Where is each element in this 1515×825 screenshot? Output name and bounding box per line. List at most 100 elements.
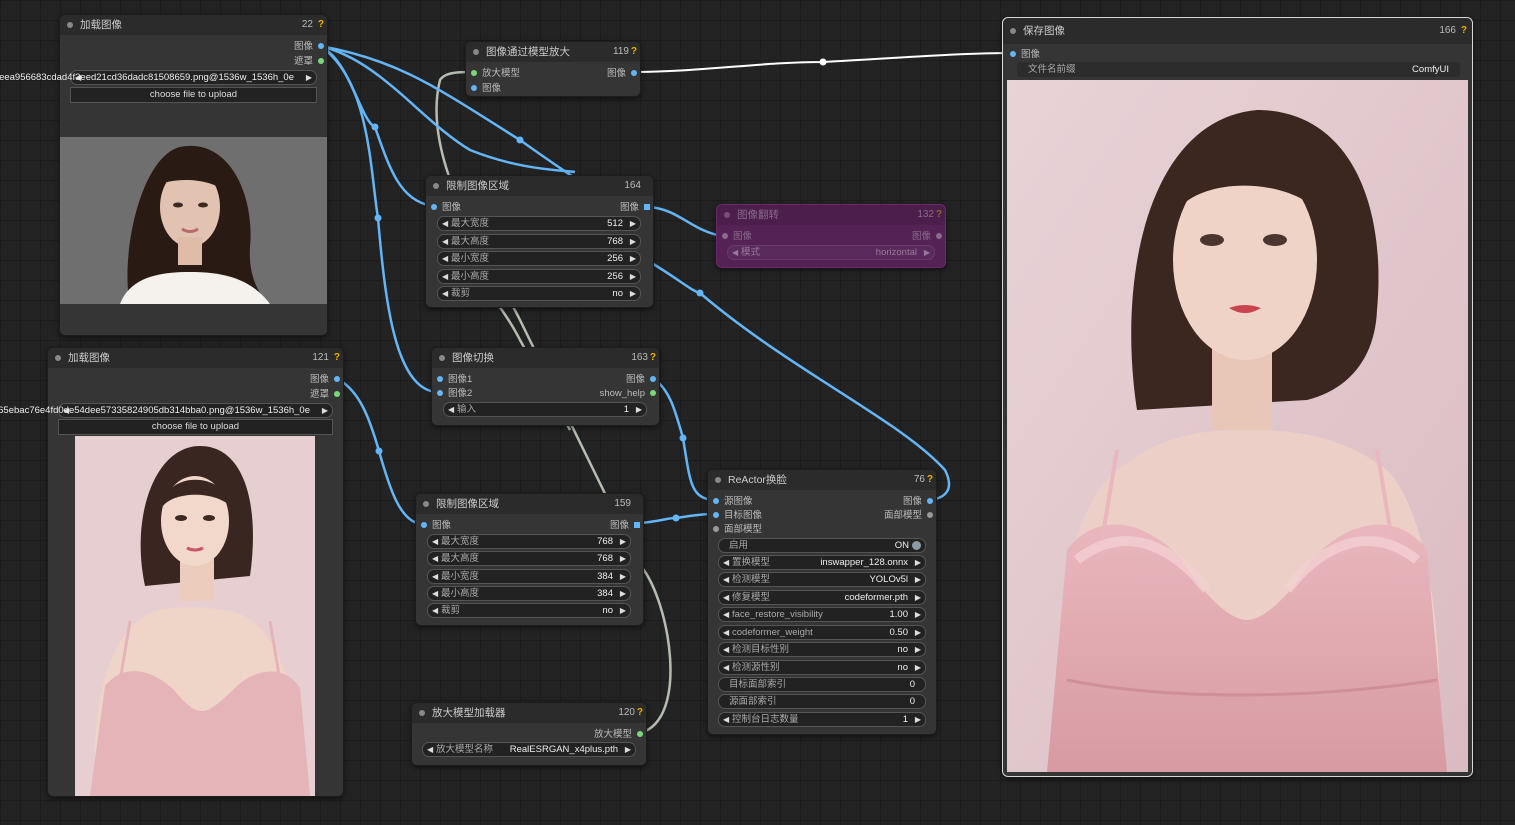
detect-source-gender-widget[interactable]: ◀ 检测源性别 no ▶ — [718, 660, 926, 675]
arrow-right-icon[interactable]: ▶ — [915, 661, 921, 674]
image-switch-node-163[interactable]: 图像切换 163 ? 图像1 图像2 图像 show_help ◀ 输入 1 ▶ — [431, 347, 660, 426]
image-file-select[interactable]: ◀ omfy/d65ebac76e4fd0de54dee57335824905d… — [0, 403, 333, 418]
collapse-dot-icon[interactable] — [439, 355, 445, 361]
output-port[interactable] — [650, 376, 656, 382]
help-icon[interactable]: ? — [334, 348, 340, 368]
output-port[interactable] — [637, 731, 643, 737]
source-face-index-field[interactable]: 源面部索引 0 — [718, 694, 926, 709]
help-icon[interactable]: ? — [318, 15, 324, 35]
input-image-slot[interactable]: 图像 — [429, 201, 461, 214]
input-port[interactable] — [471, 85, 477, 91]
flip-mode-widget[interactable]: ◀ 模式 horizontal ▶ — [727, 245, 935, 260]
output-port[interactable] — [631, 70, 637, 76]
input-image2-slot[interactable]: 图像2 — [435, 387, 472, 400]
collapse-dot-icon[interactable] — [55, 355, 61, 361]
max-width-widget[interactable]: ◀ 最大宽度 512 ▶ — [437, 216, 641, 231]
load-image-node-22[interactable]: 加载图像 22 ? 图像 遮罩 ◀ /97eeea956683cdad4f3ee… — [0, 14, 328, 336]
collapse-dot-icon[interactable] — [715, 477, 721, 483]
limit-image-area-node-159[interactable]: 限制图像区域 159 图像 图像 ◀ 最大宽度 768 ▶ ◀ 最大高度 768 ▶ ◀ 最小… — [415, 493, 644, 626]
output-port[interactable] — [927, 512, 933, 518]
arrow-left-icon[interactable]: ◀ — [432, 535, 438, 548]
arrow-left-icon[interactable]: ◀ — [432, 604, 438, 617]
input-model-slot[interactable]: 放大模型 — [469, 67, 520, 80]
arrow-left-icon[interactable]: ◀ — [723, 573, 729, 586]
help-icon[interactable]: ? — [927, 470, 933, 490]
target-face-index-field[interactable]: 目标面部索引 0 — [718, 677, 926, 692]
arrow-right-icon[interactable]: ▶ — [915, 626, 921, 639]
input-image-slot[interactable]: 图像 — [720, 230, 752, 243]
input-port[interactable] — [437, 376, 443, 382]
arrow-left-icon[interactable]: ◀ — [432, 587, 438, 600]
arrow-left-icon[interactable]: ◀ — [427, 743, 433, 756]
upscale-model-loader-node-120[interactable]: 放大模型加载器 120 ? 放大模型 ◀ 放大模型名称 RealESRGAN_x4p… — [411, 702, 647, 766]
input-port[interactable] — [437, 390, 443, 396]
arrow-right-icon[interactable]: ▶ — [630, 270, 636, 283]
limit-image-area-node-164[interactable]: 限制图像区域 164 图像 图像 ◀ 最大宽度 512 ▶ ◀ 最大高度 768 ▶ ◀ 最小… — [425, 175, 654, 308]
detect-target-gender-widget[interactable]: ◀ 检测目标性别 no ▶ — [718, 642, 926, 657]
output-list-port[interactable] — [634, 522, 640, 528]
collapse-dot-icon[interactable] — [1010, 28, 1016, 34]
input-image-slot[interactable]: 图像 — [419, 519, 451, 532]
collapse-dot-icon[interactable] — [724, 212, 730, 218]
node-title-bar[interactable]: 限制图像区域 159 — [416, 494, 643, 514]
max-height-widget[interactable]: ◀ 最大高度 768 ▶ — [427, 551, 631, 566]
upscale-model-name-widget[interactable]: ◀ 放大模型名称 RealESRGAN_x4plus.pth ▶ — [422, 742, 636, 757]
output-port[interactable] — [936, 233, 942, 239]
node-title-bar[interactable]: 图像翻转 132 ? — [717, 205, 945, 225]
max-height-widget[interactable]: ◀ 最大高度 768 ▶ — [437, 234, 641, 249]
console-log-level-widget[interactable]: ◀ 控制台日志数量 1 ▶ — [718, 712, 926, 727]
input-port[interactable] — [722, 233, 728, 239]
input-port[interactable] — [713, 498, 719, 504]
arrow-left-icon[interactable]: ◀ — [723, 626, 729, 639]
input-image-slot[interactable]: 图像 — [469, 82, 501, 95]
arrow-right-icon[interactable]: ▶ — [630, 252, 636, 265]
arrow-right-icon[interactable]: ▶ — [915, 591, 921, 604]
input-port[interactable] — [713, 512, 719, 518]
restore-model-widget[interactable]: ◀ 修复模型 codeformer.pth ▶ — [718, 590, 926, 605]
node-title-bar[interactable]: 加载图像 121 ? — [48, 348, 343, 368]
output-upscale-model-slot[interactable]: 放大模型 — [594, 728, 644, 741]
image-flip-node-132-bypassed[interactable]: 图像翻转 132 ? 图像 图像 ◀ 模式 horizontal ▶ — [716, 204, 946, 268]
collapse-dot-icon[interactable] — [423, 501, 429, 507]
arrow-right-icon[interactable]: ▶ — [915, 643, 921, 656]
help-icon[interactable]: ? — [936, 205, 942, 225]
node-title-bar[interactable]: 保存图像 166 ? — [1003, 18, 1472, 44]
help-icon[interactable]: ? — [637, 703, 643, 723]
collapse-dot-icon[interactable] — [473, 49, 479, 55]
output-port[interactable] — [318, 43, 324, 49]
output-list-port[interactable] — [644, 204, 650, 210]
arrow-left-icon[interactable]: ◀ — [442, 270, 448, 283]
upscale-image-node-119[interactable]: 图像通过模型放大 119 ? 放大模型 图像 图像 — [465, 41, 641, 97]
arrow-left-icon[interactable]: ◀ — [723, 643, 729, 656]
node-title-bar[interactable]: 图像切换 163 ? — [432, 348, 659, 368]
arrow-left-icon[interactable]: ◀ — [442, 235, 448, 248]
face-restore-visibility-widget[interactable]: ◀ face_restore_visibility 1.00 ▶ — [718, 607, 926, 622]
output-mask-slot[interactable]: 遮罩 — [310, 388, 341, 401]
upload-button[interactable]: choose file to upload — [58, 419, 333, 435]
input-port[interactable] — [421, 522, 427, 528]
input-image-slot[interactable]: 图像 — [1008, 48, 1040, 61]
arrow-left-icon[interactable]: ◀ — [732, 246, 738, 259]
output-image-slot[interactable]: 图像 — [620, 201, 651, 214]
output-port[interactable] — [334, 376, 340, 382]
arrow-left-icon[interactable]: ◀ — [442, 287, 448, 300]
arrow-right-icon[interactable]: ▶ — [620, 604, 626, 617]
node-title-bar[interactable]: 图像通过模型放大 119 ? — [466, 42, 640, 62]
min-height-widget[interactable]: ◀ 最小高度 384 ▶ — [427, 586, 631, 601]
help-icon[interactable]: ? — [1461, 18, 1467, 44]
detect-model-widget[interactable]: ◀ 检测模型 YOLOv5l ▶ — [718, 572, 926, 587]
save-image-node-166[interactable]: 保存图像 166 ? 图像 文件名前缀 ComfyUI — [1002, 17, 1473, 777]
arrow-right-icon[interactable]: ▶ — [630, 287, 636, 300]
reactor-face-swap-node-76[interactable]: ReActor换脸 76 ? 源图像 目标图像 面部模型 图像 面部模型 启用 … — [707, 469, 937, 735]
arrow-right-icon[interactable]: ▶ — [915, 713, 921, 726]
output-face-model-slot[interactable]: 面部模型 — [884, 509, 934, 522]
arrow-left-icon[interactable]: ◀ — [723, 556, 729, 569]
arrow-right-icon[interactable]: ▶ — [620, 535, 626, 548]
output-image-slot[interactable]: 图像 — [912, 230, 943, 243]
min-width-widget[interactable]: ◀ 最小宽度 384 ▶ — [427, 569, 631, 584]
arrow-left-icon[interactable]: ◀ — [442, 252, 448, 265]
input-target-image-slot[interactable]: 目标图像 — [711, 509, 762, 522]
output-image-slot[interactable]: 图像 — [310, 373, 341, 386]
arrow-right-icon[interactable]: ▶ — [915, 556, 921, 569]
input-image1-slot[interactable]: 图像1 — [435, 373, 472, 386]
